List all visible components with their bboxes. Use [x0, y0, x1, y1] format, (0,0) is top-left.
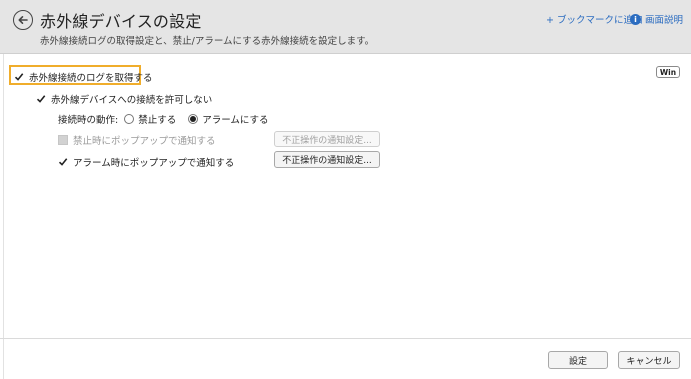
cancel-button[interactable]: キャンセル: [618, 351, 680, 369]
page-subtitle: 赤外線接続ログの取得設定と、禁止/アラームにする赤外線接続を設定します。: [40, 36, 375, 47]
page-title: 赤外線デバイスの設定: [40, 12, 202, 31]
deny-setting-row: 赤外線デバイスへの接続を許可しない: [36, 92, 212, 106]
deny-checkbox-label: 赤外線デバイスへの接続を許可しない: [51, 95, 213, 106]
footer-divider: [0, 338, 691, 339]
action-label: 接続時の動作:: [58, 115, 119, 126]
action-row: 接続時の動作: 禁止する アラームにする: [58, 112, 269, 126]
alarm-radio-label: アラームにする: [202, 115, 269, 126]
alarm-popup-label: アラーム時にポップアップで通知する: [73, 158, 235, 169]
alarm-popup-checkbox[interactable]: [58, 157, 68, 167]
os-badge: Win: [656, 66, 680, 78]
screen-help-link[interactable]: i 画面説明: [630, 12, 683, 26]
deny-checkbox[interactable]: [36, 94, 46, 104]
add-bookmark-link[interactable]: + ブックマークに追加: [546, 12, 642, 26]
block-radio-label: 禁止する: [138, 115, 177, 126]
block-radio[interactable]: [124, 114, 135, 124]
block-popup-label: 禁止時にポップアップで通知する: [73, 136, 216, 147]
save-button[interactable]: 設定: [548, 351, 608, 369]
back-arrow-icon[interactable]: [13, 10, 33, 30]
log-setting-row: 赤外線接続のログを取得する: [14, 70, 153, 84]
block-notify-settings-button[interactable]: 不正操作の通知設定...: [274, 131, 380, 147]
left-divider: [3, 54, 4, 379]
info-icon: i: [630, 13, 641, 25]
help-link-label: 画面説明: [645, 15, 684, 26]
log-checkbox-label: 赤外線接続のログを取得する: [29, 73, 153, 84]
block-popup-row: 禁止時にポップアップで通知する: [58, 133, 216, 147]
alarm-popup-row: アラーム時にポップアップで通知する: [58, 155, 234, 169]
alarm-radio[interactable]: [188, 114, 199, 124]
alarm-notify-settings-button[interactable]: 不正操作の通知設定...: [274, 151, 380, 168]
header-bar: 赤外線デバイスの設定 赤外線接続ログの取得設定と、禁止/アラームにする赤外線接続…: [0, 0, 691, 54]
log-checkbox[interactable]: [14, 72, 24, 82]
block-popup-checkbox[interactable]: [58, 135, 68, 145]
